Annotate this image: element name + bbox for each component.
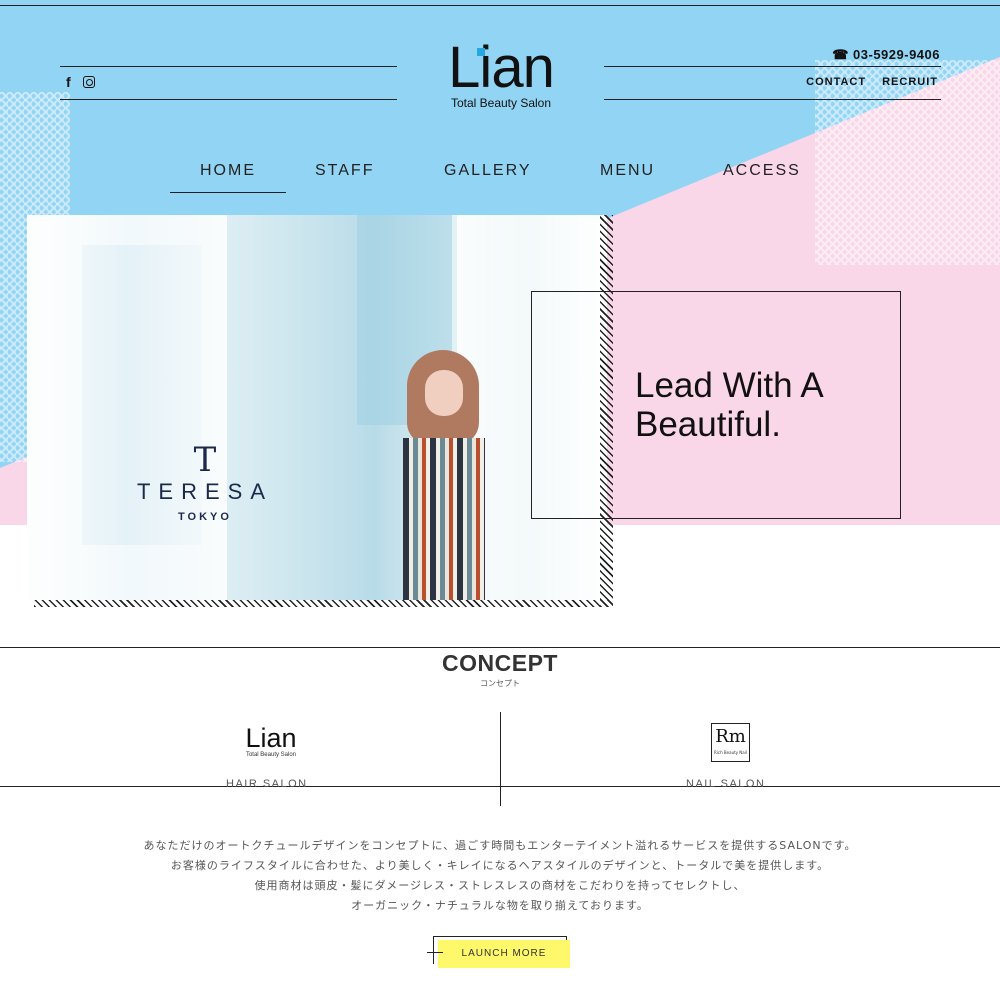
header-rule [604,99,941,100]
concept-line: 使用商材は頭皮・髪にダメージレス・ストレスレスの商材をこだわりを持ってセレクトし… [254,879,746,892]
zigzag-pattern-right [815,60,1000,265]
header-links: CONTACT RECRUIT [806,76,938,88]
top-rule [0,5,1000,6]
contact-link[interactable]: CONTACT [806,76,866,88]
concept-line: オーガニック・ナチュラルな物を取り揃えております。 [351,899,649,912]
hatch-border-bottom [34,600,613,607]
concept-subtitle: コンセプト [480,679,520,688]
concept-line: お客様のライフスタイルに合わせた、より美しく・キレイになるヘアスタイルのデザイン… [170,859,830,872]
header-rule [60,99,397,100]
concept-title: CONCEPT [442,650,558,676]
header-rule [604,66,941,67]
launch-button-tick [427,952,443,953]
model-face [425,370,463,416]
nail-salon-label[interactable]: NAIL SALON [686,778,765,790]
instagram-icon[interactable] [82,76,95,88]
concept-divider [500,712,501,806]
facebook-icon[interactable]: f [66,74,71,90]
phone-number[interactable]: ☎ 03-5929-9406 [832,47,940,63]
logo-accent [477,48,485,56]
nav-home[interactable]: HOME [200,162,256,180]
hair-salon-label[interactable]: HAIR SALON [226,778,308,790]
teresa-name: TERESA [136,479,274,504]
nail-salon-logo[interactable]: Rm Rich Beauty Nail [711,723,750,762]
hair-logo-title: Lian [245,723,297,753]
nav-menu[interactable]: MENU [600,162,655,180]
nav-gallery[interactable]: GALLERY [444,162,532,180]
nail-logo-subtitle: Rich Beauty Nail [714,750,747,755]
concept-body: あなただけのオートクチュールデザインをコンセプトに、過ごす時間もエンターテイメン… [0,836,1000,916]
social-links: f [66,74,95,90]
nav-access[interactable]: ACCESS [723,162,801,180]
nav-active-underline [170,192,286,193]
model-dress [403,438,485,600]
teresa-mark: T [193,440,217,480]
hair-logo-subtitle: Total Beauty Salon [245,752,297,758]
curtain [27,215,227,600]
logo-subtitle: Total Beauty Salon [450,96,552,110]
teresa-city: TOKYO [178,511,232,523]
concept-top-rule [0,647,1000,648]
model-photo [395,350,495,600]
logo-title: Lian [448,35,555,100]
concept-mid-rule [0,786,1000,787]
teresa-logo: T TERESA TOKYO [135,443,275,523]
nav-staff[interactable]: STAFF [315,162,374,180]
hero-tagline: Lead With A Beautiful. [635,366,824,444]
site-logo[interactable]: Lian Total Beauty Salon [436,35,566,111]
recruit-link[interactable]: RECRUIT [882,76,938,88]
header-rule [60,66,397,67]
hero-image: T TERESA TOKYO [27,215,607,600]
hair-salon-logo[interactable]: Lian Total Beauty Salon [236,724,306,758]
nail-logo-title: Rm [715,726,746,747]
launch-more-button[interactable]: LAUNCH MORE [438,940,570,968]
concept-line: あなただけのオートクチュールデザインをコンセプトに、過ごす時間もエンターテイメン… [143,839,857,852]
